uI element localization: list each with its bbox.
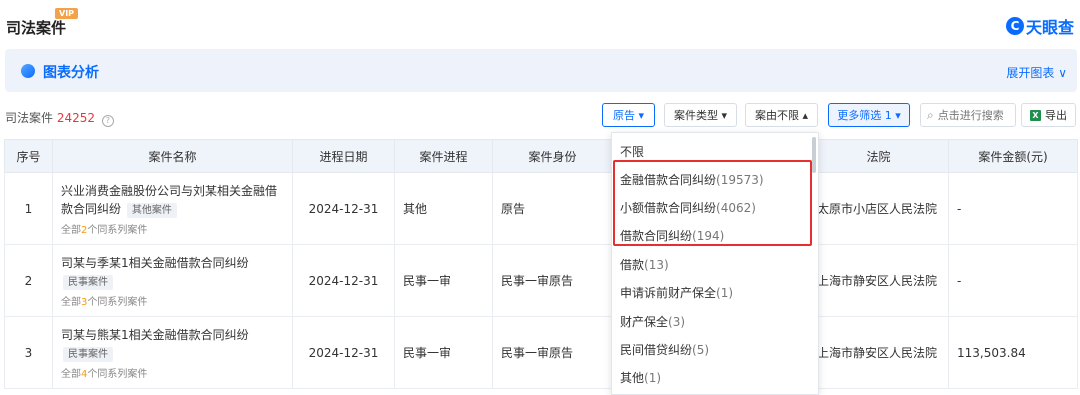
option-count: (13)	[644, 258, 669, 272]
case-name-cell: 司某与季某1相关金融借款合同纠纷 民事案件 全部3个同系列案件	[52, 244, 293, 317]
header-date: 进程日期	[292, 139, 395, 173]
role-cell: 民事一审原告	[492, 244, 613, 317]
option-count: (3)	[668, 315, 686, 329]
header-court: 法院	[808, 139, 949, 173]
series-prefix: 全部	[61, 368, 81, 380]
row-index: 2	[4, 244, 53, 317]
case-count-label: 司法案件	[5, 111, 54, 125]
case-name-link[interactable]: 司某与季某1相关金融借款合同纠纷	[61, 256, 249, 270]
dropdown-option[interactable]: 申请诉前财产保全(1)	[620, 284, 733, 301]
annotation-highlight-box	[613, 160, 812, 246]
date-cell: 2024-12-31	[292, 316, 395, 389]
chart-analysis-bar: 图表分析 展开图表 ∨	[5, 49, 1077, 92]
dropdown-option[interactable]: 借款(13)	[620, 256, 669, 273]
table-row[interactable]: 3 司某与熊某1相关金融借款合同纠纷 民事案件 全部4个同系列案件 2024-1…	[4, 316, 1078, 389]
page-header: 司法案件 VIP C 天眼查	[0, 0, 1080, 44]
table-header-row: 序号 案件名称 进程日期 案件进程 案件身份 法院 案件金额(元)	[4, 139, 1078, 173]
header-case-name: 案件名称	[52, 139, 293, 173]
table-row[interactable]: 2 司某与季某1相关金融借款合同纠纷 民事案件 全部3个同系列案件 2024-1…	[4, 244, 1078, 317]
dropdown-scrollbar[interactable]	[812, 137, 816, 173]
dropdown-option[interactable]: 不限	[620, 143, 644, 160]
series-link[interactable]: 全部4个同系列案件	[61, 365, 284, 380]
series-suffix: 个同系列案件	[87, 368, 148, 380]
search-input[interactable]	[937, 108, 1008, 122]
dropdown-option[interactable]: 其他(1)	[620, 369, 661, 386]
search-icon: ⌕	[927, 107, 934, 122]
role-cell: 原告	[492, 172, 613, 245]
court-cell: 太原市小店区人民法院	[808, 172, 949, 245]
series-prefix: 全部	[61, 296, 81, 308]
row-index: 1	[4, 172, 53, 245]
search-box[interactable]: ⌕	[920, 103, 1016, 127]
option-label: 财产保全	[620, 315, 669, 329]
excel-icon: X	[1030, 109, 1041, 121]
page-title: 司法案件	[6, 19, 67, 37]
case-type-tag: 民事案件	[63, 346, 113, 362]
vip-badge: VIP	[55, 8, 79, 19]
filter-toolbar: 司法案件 24252 ? 原告 ▾ 案件类型 ▾ 案由不限 ▴ 更多筛选 1 ▾…	[0, 102, 1080, 130]
court-cell: 上海市静安区人民法院	[808, 244, 949, 317]
logo-mark-icon: C	[1005, 17, 1024, 35]
header-index: 序号	[4, 139, 53, 173]
series-suffix: 个同系列案件	[87, 224, 148, 236]
header-amount: 案件金额(元)	[948, 139, 1078, 173]
export-label: 导出	[1045, 109, 1067, 122]
cases-table: 序号 案件名称 进程日期 案件进程 案件身份 法院 案件金额(元) 1 兴业消费…	[4, 139, 1078, 389]
progress-cell: 民事一审	[394, 316, 493, 389]
case-name-link[interactable]: 司某与熊某1相关金融借款合同纠纷	[61, 328, 249, 342]
option-label: 不限	[620, 145, 645, 159]
tianyancha-logo[interactable]: C 天眼查	[1005, 14, 1074, 38]
date-cell: 2024-12-31	[292, 244, 395, 317]
header-role: 案件身份	[492, 139, 613, 173]
chart-analysis-title: 图表分析	[43, 65, 99, 81]
progress-cell: 民事一审	[394, 244, 493, 317]
case-name-cell: 司某与熊某1相关金融借款合同纠纷 民事案件 全部4个同系列案件	[52, 316, 293, 389]
option-label: 申请诉前财产保全	[620, 286, 717, 300]
series-prefix: 全部	[61, 224, 81, 236]
row-index: 3	[4, 316, 53, 389]
header-progress: 案件进程	[394, 139, 493, 173]
progress-cell: 其他	[394, 172, 493, 245]
filter-case-type-button[interactable]: 案件类型 ▾	[664, 103, 737, 127]
option-count: (1)	[644, 371, 662, 385]
table-row[interactable]: 1 兴业消费金融股份公司与刘某相关金融借款合同纠纷 其他案件 全部2个同系列案件…	[4, 172, 1078, 245]
dropdown-option[interactable]: 财产保全(3)	[620, 313, 685, 330]
case-name-cell: 兴业消费金融股份公司与刘某相关金融借款合同纠纷 其他案件 全部2个同系列案件	[52, 172, 293, 245]
option-label: 其他	[620, 371, 645, 385]
case-type-tag: 其他案件	[126, 202, 177, 218]
option-count: (1)	[716, 286, 734, 300]
series-suffix: 个同系列案件	[87, 296, 148, 308]
more-filters-button[interactable]: 更多筛选 1 ▾	[828, 103, 910, 127]
series-link[interactable]: 全部3个同系列案件	[61, 293, 284, 308]
amount-cell: -	[948, 172, 1078, 245]
date-cell: 2024-12-31	[292, 172, 395, 245]
court-cell: 上海市静安区人民法院	[808, 316, 949, 389]
amount-cell: -	[948, 244, 1078, 317]
option-label: 民间借贷纠纷	[620, 343, 693, 357]
filter-cause-button[interactable]: 案由不限 ▴	[745, 103, 818, 127]
option-label: 借款	[620, 258, 645, 272]
expand-chart-button[interactable]: 展开图表 ∨	[1006, 64, 1067, 81]
series-link[interactable]: 全部2个同系列案件	[61, 221, 284, 236]
case-type-tag: 民事案件	[63, 274, 113, 290]
help-icon[interactable]: ?	[101, 115, 114, 127]
logo-text: 天眼查	[1025, 18, 1074, 37]
filter-plaintiff-button[interactable]: 原告 ▾	[602, 103, 655, 127]
chart-analysis-icon	[21, 64, 35, 78]
case-count-value: 24252	[56, 111, 96, 125]
amount-cell: 113,503.84	[948, 316, 1078, 389]
case-count: 司法案件 24252 ?	[5, 109, 114, 127]
export-button[interactable]: X 导出	[1021, 103, 1076, 127]
role-cell: 民事一审原告	[492, 316, 613, 389]
dropdown-option[interactable]: 民间借贷纠纷(5)	[620, 341, 709, 358]
option-count: (5)	[692, 343, 710, 357]
